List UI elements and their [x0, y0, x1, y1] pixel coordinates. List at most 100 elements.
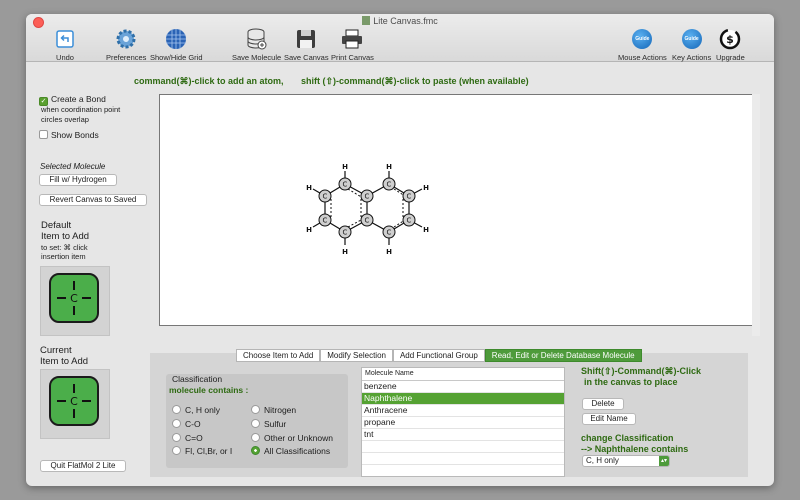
default-item-title: Item to Add — [41, 231, 90, 242]
hydrogen-atom[interactable]: H — [386, 163, 392, 171]
molecule-list[interactable]: Molecule Name benzene Naphthalene Anthra… — [361, 367, 565, 477]
print-canvas-button[interactable]: Print Canvas — [331, 28, 374, 62]
app-window: Lite Canvas.fmc Undo Preferences Show/Hi… — [26, 14, 774, 486]
radio-other-unknown[interactable]: Other or Unknown — [251, 433, 333, 443]
carbon-atom[interactable]: C — [402, 189, 416, 203]
place-hint: Shift(⇧)-Command(⌘)-Click — [581, 366, 702, 376]
carbon-atom[interactable]: C — [318, 213, 332, 227]
mouse-actions-button[interactable]: Guide Mouse Actions — [618, 28, 667, 62]
preferences-button[interactable]: Preferences — [106, 28, 146, 62]
hydrogen-atom[interactable]: H — [386, 248, 392, 256]
create-bond-note: when coordination point — [41, 105, 121, 114]
tab-database-molecule[interactable]: Read, Edit or Delete Database Molecule — [484, 349, 642, 362]
selected-molecule-label: Selected Molecule — [40, 162, 106, 171]
hydrogen-atom[interactable]: H — [342, 248, 348, 256]
radio-icon — [251, 419, 260, 428]
svg-text:C: C — [323, 217, 328, 225]
edit-name-button[interactable]: Edit Name — [582, 413, 636, 425]
list-item[interactable]: tnt — [362, 429, 564, 441]
atom-symbol: C — [70, 292, 78, 305]
to-set-instruction: insertion item — [41, 252, 86, 261]
create-bond-note: circles overlap — [41, 115, 89, 124]
paste-hint: shift (⇧)-command(⌘)-click to paste (whe… — [301, 76, 529, 86]
gear-icon — [115, 28, 137, 50]
list-item-selected[interactable]: Naphthalene — [362, 393, 564, 405]
carbon-atom-tile: C — [49, 273, 99, 323]
atom-symbol: C — [70, 395, 78, 408]
hydrogen-atom[interactable]: H — [423, 226, 429, 234]
upgrade-dollar-icon: $ — [719, 28, 741, 50]
hydrogen-atom[interactable]: H — [423, 184, 429, 192]
fill-hydrogen-button[interactable]: Fill w/ Hydrogen — [39, 174, 117, 186]
radio-sulfur[interactable]: Sulfur — [251, 419, 286, 429]
add-atom-hint: command(⌘)-click to add an atom, — [134, 76, 284, 86]
save-canvas-button[interactable]: Save Canvas — [284, 28, 329, 62]
hydrogen-atom[interactable]: H — [306, 184, 312, 192]
guide-icon: Guide — [681, 29, 702, 49]
default-item-well[interactable]: C — [40, 266, 110, 336]
list-item[interactable]: benzene — [362, 381, 564, 393]
carbon-atom[interactable]: C — [360, 213, 374, 227]
tab-choose-item[interactable]: Choose Item to Add — [236, 349, 321, 362]
undo-icon — [54, 28, 76, 50]
show-hide-grid-button[interactable]: Show/Hide Grid — [150, 28, 203, 62]
tab-modify-selection[interactable]: Modify Selection — [320, 349, 393, 362]
svg-text:C: C — [387, 181, 392, 189]
list-item[interactable]: propane — [362, 417, 564, 429]
svg-text:C: C — [323, 193, 328, 201]
save-molecule-button[interactable]: Save Molecule — [232, 28, 281, 62]
svg-text:C: C — [407, 217, 412, 225]
database-icon — [246, 28, 268, 50]
carbon-atom[interactable]: C — [338, 177, 352, 191]
printer-icon — [341, 28, 363, 50]
svg-text:C: C — [407, 193, 412, 201]
carbon-atom[interactable]: C — [382, 225, 396, 239]
upgrade-button[interactable]: $ Upgrade — [716, 28, 745, 62]
radio-c-o[interactable]: C-O — [172, 419, 201, 429]
default-item-title: Default — [41, 220, 72, 231]
naphthalene-molecule[interactable]: C C C C C C C C C C H H H H H H H H — [160, 95, 754, 327]
key-actions-button[interactable]: Guide Key Actions — [672, 28, 711, 62]
list-item[interactable]: Anthracene — [362, 405, 564, 417]
svg-text:C: C — [387, 229, 392, 237]
classification-select[interactable]: C, H only ▴▾ — [582, 455, 670, 467]
show-bonds-checkbox[interactable]: Show Bonds — [39, 130, 99, 140]
svg-text:C: C — [365, 193, 370, 201]
hydrogen-atom[interactable]: H — [342, 163, 348, 171]
carbon-atom[interactable]: C — [402, 213, 416, 227]
radio-c-h-only[interactable]: C, H only — [172, 405, 220, 415]
undo-button[interactable]: Undo — [54, 28, 76, 62]
quit-button[interactable]: Quit FlatMol 2 Lite — [40, 460, 126, 472]
list-item-empty[interactable] — [362, 441, 564, 453]
classification-subtitle: molecule contains : — [169, 385, 249, 395]
list-item-empty[interactable] — [362, 453, 564, 465]
delete-button[interactable]: Delete — [582, 398, 624, 410]
current-item-title: Item to Add — [40, 356, 89, 367]
radio-icon — [251, 405, 260, 414]
radio-nitrogen[interactable]: Nitrogen — [251, 405, 296, 415]
radio-icon — [251, 433, 260, 442]
carbon-atom[interactable]: C — [318, 189, 332, 203]
document-icon — [362, 16, 371, 25]
revert-canvas-button[interactable]: Revert Canvas to Saved — [39, 194, 147, 206]
carbon-atom[interactable]: C — [338, 225, 352, 239]
panel-tabs: Choose Item to Add Modify Selection Add … — [236, 349, 642, 362]
tab-add-functional-group[interactable]: Add Functional Group — [392, 349, 485, 362]
canvas-scrollbar[interactable] — [752, 94, 760, 336]
to-set-instruction: to set: ⌘ click — [41, 243, 88, 252]
carbon-atom[interactable]: C — [360, 189, 374, 203]
radio-halogens[interactable]: Fl, Cl,Br, or I — [172, 446, 232, 456]
radio-icon — [172, 419, 181, 428]
drawing-canvas[interactable]: C C C C C C C C C C H H H H H H H H — [159, 94, 753, 326]
molecule-name-header[interactable]: Molecule Name — [362, 368, 564, 381]
radio-all-classifications[interactable]: All Classifications — [251, 446, 330, 456]
place-hint: in the canvas to place — [584, 377, 678, 387]
radio-c-double-o[interactable]: C=O — [172, 433, 203, 443]
guide-icon: Guide — [632, 29, 653, 49]
grid-globe-icon — [165, 28, 187, 50]
current-item-well[interactable]: C — [40, 369, 110, 439]
hydrogen-atom[interactable]: H — [306, 226, 312, 234]
carbon-atom[interactable]: C — [382, 177, 396, 191]
title-bar: Lite Canvas.fmc Undo Preferences Show/Hi… — [26, 14, 774, 62]
current-item-title: Current — [40, 345, 72, 356]
